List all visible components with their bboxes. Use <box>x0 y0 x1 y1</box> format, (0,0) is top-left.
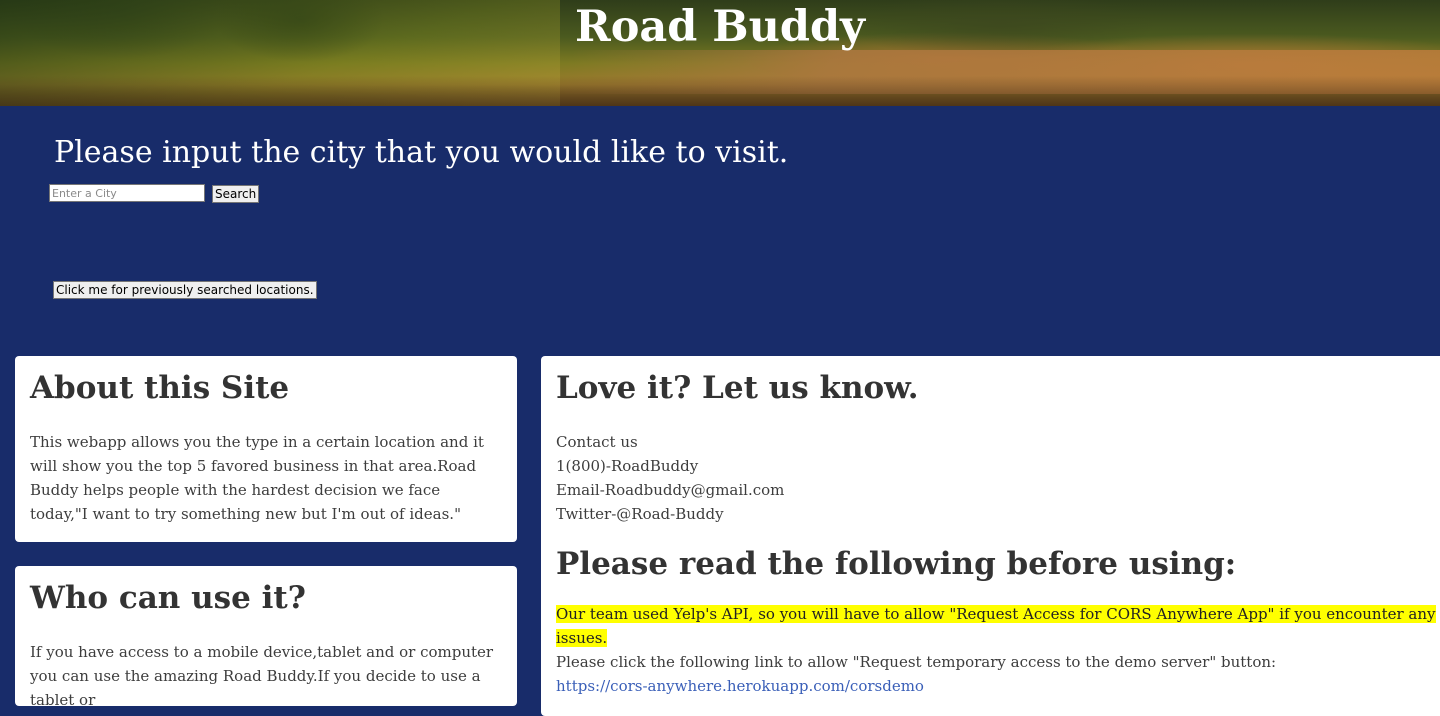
who-heading: Who can use it? <box>30 580 306 616</box>
notice-block: Our team used Yelp's API, so you will ha… <box>556 602 1440 698</box>
about-card: About this Site This webapp allows you t… <box>15 356 517 542</box>
about-text: This webapp allows you the type in a cer… <box>30 433 484 523</box>
contact-card: Love it? Let us know. Contact us 1(800)-… <box>541 356 1440 716</box>
previous-searches-button[interactable]: Click me for previously searched locatio… <box>53 281 317 299</box>
site-title: Road Buddy <box>574 2 866 52</box>
who-card: Who can use it? If you have access to a … <box>15 566 517 709</box>
who-text: If you have access to a mobile device,ta… <box>30 643 494 709</box>
contact-line: Contact us <box>556 433 638 451</box>
hero-road-image <box>547 50 1440 94</box>
cors-demo-link[interactable]: https://cors-anywhere.herokuapp.com/cors… <box>556 677 924 695</box>
contact-heading: Love it? Let us know. <box>556 370 919 406</box>
notice-highlight: Our team used Yelp's API, so you will ha… <box>556 605 1436 647</box>
city-search-input[interactable] <box>49 184 205 202</box>
search-prompt: Please input the city that you would lik… <box>54 135 789 170</box>
about-heading: About this Site <box>30 370 290 406</box>
contact-list: Contact us 1(800)-RoadBuddy Email-Roadbu… <box>556 430 1440 526</box>
contact-email: Email-Roadbuddy@gmail.com <box>556 481 785 499</box>
notice-text: Please click the following link to allow… <box>556 653 1277 671</box>
search-button[interactable]: Search <box>212 185 260 203</box>
contact-twitter: Twitter-@Road-Buddy <box>556 505 724 523</box>
contact-phone: 1(800)-RoadBuddy <box>556 457 699 475</box>
notice-heading: Please read the following before using: <box>556 546 1237 582</box>
